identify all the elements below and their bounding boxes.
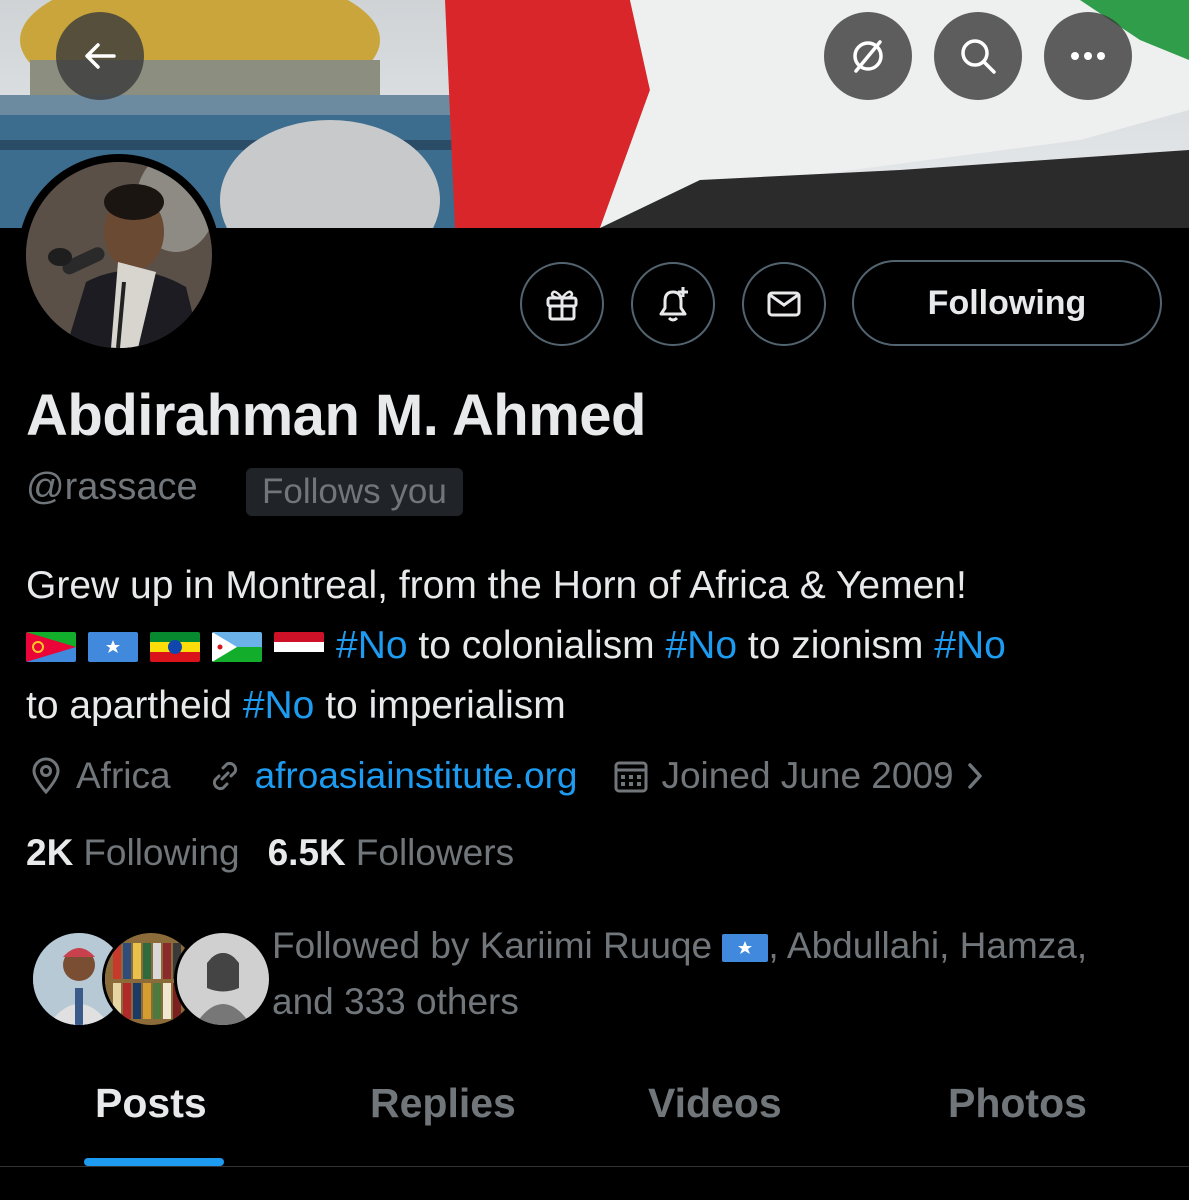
follow-stats: 2K Following 6.5K Followers: [26, 832, 542, 874]
bio-text: to imperialism: [314, 684, 566, 727]
gift-button[interactable]: [520, 262, 604, 346]
followers-stat[interactable]: 6.5K Followers: [268, 832, 514, 874]
notify-button[interactable]: [631, 262, 715, 346]
joined-text: Joined June 2009: [661, 755, 954, 796]
yemen-flag-icon: [274, 632, 324, 662]
more-button[interactable]: [1044, 12, 1132, 100]
hashtag-link[interactable]: #No: [934, 624, 1006, 667]
link-icon: [212, 761, 237, 791]
followers-label: Followers: [355, 832, 515, 873]
following-label: Following: [83, 832, 240, 873]
follower-avatar: [174, 930, 272, 1028]
tab-videos[interactable]: Videos: [648, 1080, 782, 1127]
bio-line-3: to apartheid #No to imperialism: [26, 676, 1166, 736]
slashed-circle-icon: [853, 40, 883, 73]
bio-line-2: #No to colonialism #No to zionism #No: [26, 616, 1166, 676]
followed-by-line-1: Followed by Kariimi Ruuqe , Abdullahi, H…: [272, 918, 1172, 974]
chevron-right-icon: [967, 763, 982, 789]
gift-icon: [546, 290, 578, 321]
profile-meta: Africa afroasiainstitute.org Joined June…: [26, 750, 1032, 802]
following-count: 2K: [26, 832, 74, 873]
search-button[interactable]: [934, 12, 1022, 100]
avatar-image: [26, 162, 212, 348]
followers-you-know-avatars[interactable]: [30, 930, 272, 1028]
active-tab-indicator: [84, 1158, 224, 1166]
grok-button[interactable]: [824, 12, 912, 100]
ethiopia-flag-icon: [150, 632, 200, 662]
user-handle: @rassace: [26, 466, 198, 508]
profile-avatar[interactable]: [18, 154, 220, 356]
search-icon: [961, 39, 996, 74]
followed-by-text[interactable]: Followed by Kariimi Ruuqe , Abdullahi, H…: [272, 918, 1172, 1030]
followers-count: 6.5K: [267, 832, 346, 873]
tab-photos[interactable]: Photos: [948, 1080, 1087, 1127]
tab-replies[interactable]: Replies: [370, 1080, 516, 1127]
location-pin-icon: [32, 757, 60, 795]
followed-by-line-2: and 333 others: [272, 981, 519, 1022]
tab-posts[interactable]: Posts: [95, 1080, 207, 1127]
bio-text: to colonialism: [407, 624, 666, 667]
envelope-icon: [767, 291, 801, 317]
location-text: Africa: [76, 755, 171, 796]
follows-you-badge: Follows you: [246, 468, 463, 516]
bio-text: to apartheid: [26, 684, 243, 727]
profile-bio: Grew up in Montreal, from the Horn of Af…: [26, 556, 1166, 736]
location: Africa: [26, 755, 171, 797]
website-link[interactable]: afroasiainstitute.org: [255, 755, 578, 797]
website[interactable]: afroasiainstitute.org: [205, 755, 578, 797]
more-icon: [1071, 52, 1105, 60]
following-stat[interactable]: 2K Following: [26, 832, 240, 874]
bio-line-1: Grew up in Montreal, from the Horn of Af…: [26, 564, 967, 607]
calendar-icon: [614, 761, 648, 793]
profile-tabs: Posts Replies Videos Photos: [0, 1070, 1189, 1167]
hashtag-link[interactable]: #No: [336, 624, 408, 667]
eritrea-flag-icon: [26, 632, 76, 662]
bio-text: to zionism: [737, 624, 935, 667]
hashtag-link[interactable]: #No: [665, 624, 737, 667]
followed-by-names-rest: , Abdullahi, Hamza,: [768, 925, 1088, 966]
arrow-left-icon: [85, 43, 116, 69]
back-button[interactable]: [56, 12, 144, 100]
bell-plus-icon: [659, 287, 688, 322]
message-button[interactable]: [742, 262, 826, 346]
display-name: Abdirahman M. Ahmed: [26, 383, 646, 448]
somalia-flag-icon: [722, 934, 769, 962]
hashtag-link[interactable]: #No: [243, 684, 315, 727]
somalia-flag-icon: [88, 632, 138, 662]
followed-by-names: Followed by Kariimi Ruuqe: [272, 925, 713, 966]
djibouti-flag-icon: [212, 632, 262, 662]
joined-date[interactable]: Joined June 2009: [611, 755, 997, 797]
following-button[interactable]: Following: [852, 260, 1162, 346]
